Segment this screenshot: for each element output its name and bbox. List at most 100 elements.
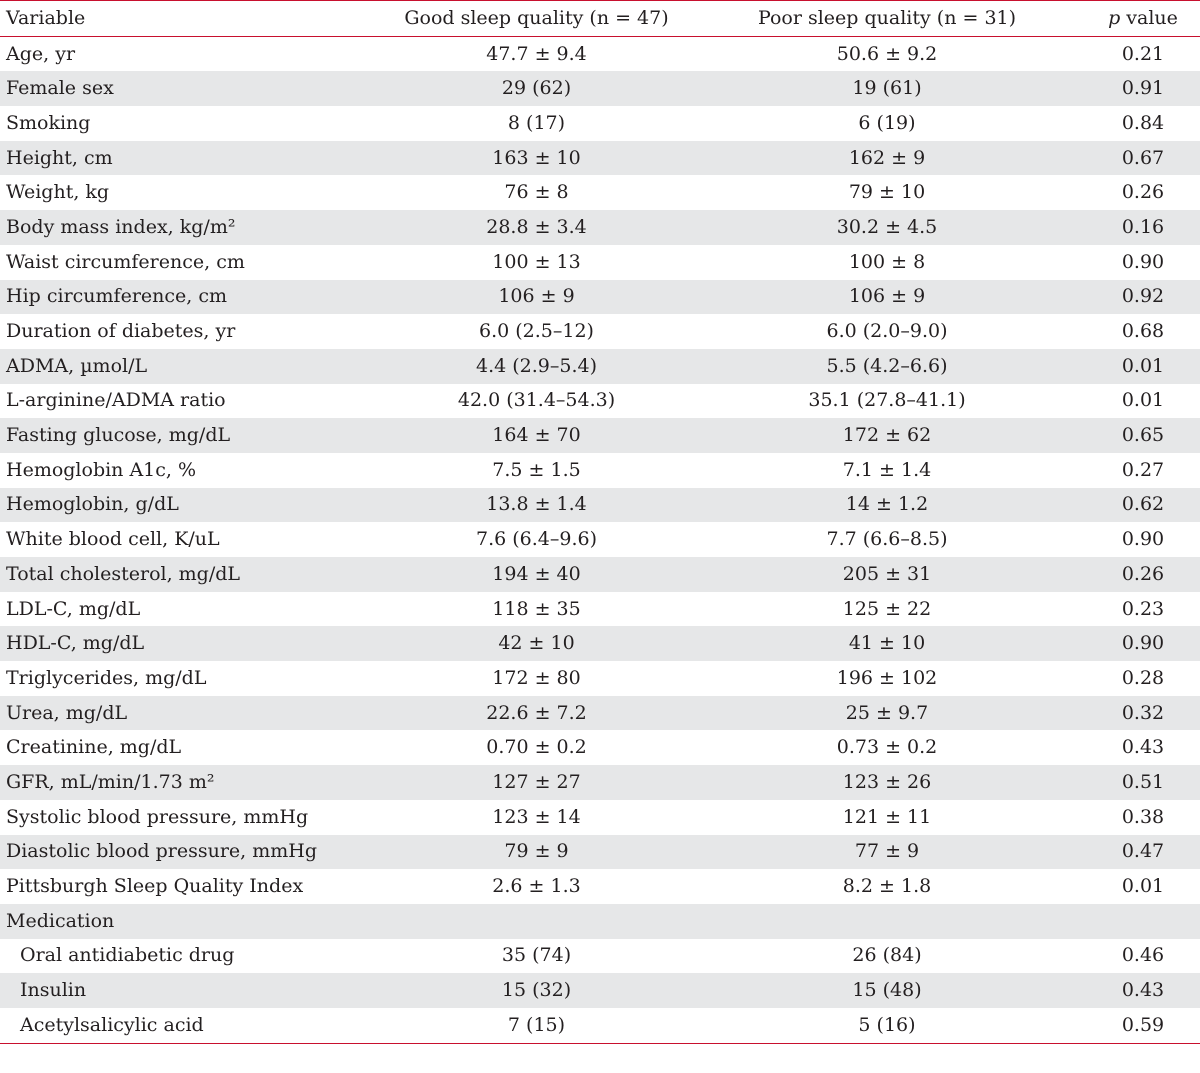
- cell-good: 76 ± 8: [504, 181, 569, 204]
- cell-p: 0.84: [1121, 111, 1165, 134]
- cell-poor: 162 ± 9: [688, 140, 1086, 176]
- table-row: L-arginine/ADMA ratio 42.0 (31.4–54.3) 3…: [0, 384, 1200, 419]
- cell-p: 0.67: [1086, 140, 1200, 176]
- table-row: Age, yr 47.7 ± 9.4 50.6 ± 9.2 0.21: [0, 36, 1200, 71]
- cell-variable: Height, cm: [0, 140, 385, 176]
- table-row: GFR, mL/min/1.73 m² 127 ± 27 123 ± 26 0.…: [0, 765, 1200, 800]
- cell-good: 164 ± 70: [385, 418, 688, 453]
- cell-p: 0.01: [1121, 875, 1165, 898]
- cell-poor: [688, 903, 1086, 939]
- table-row: Hemoglobin A1c, % 7.5 ± 1.5 7.1 ± 1.4 0.…: [0, 453, 1200, 488]
- cell-p: 0.51: [1086, 765, 1200, 800]
- cell-p: 0.65: [1086, 418, 1200, 453]
- cell-poor: 30.2 ± 4.5: [688, 210, 1086, 245]
- cell-variable: Creatinine, mg/dL: [6, 736, 182, 759]
- cell-poor: 5.5 (4.2–6.6): [688, 348, 1086, 384]
- cell-poor: 121 ± 11: [842, 805, 932, 828]
- table-row: Total cholesterol, mg/dL 194 ± 40 205 ± …: [0, 557, 1200, 592]
- cell-p: 0.01: [1121, 389, 1165, 412]
- cell-variable: Fasting glucose, mg/dL: [0, 418, 385, 453]
- header-row: Variable Good sleep quality (n = 47) Poo…: [0, 0, 1200, 37]
- cell-good: 100 ± 13: [492, 250, 581, 273]
- table-row: Smoking 8 (17) 6 (19) 0.84: [0, 106, 1200, 141]
- cell-good: 22.6 ± 7.2: [385, 695, 688, 731]
- cell-good: 123 ± 14: [492, 805, 581, 828]
- cell-p: 0.26: [1086, 557, 1200, 592]
- table-row: Pittsburgh Sleep Quality Index 2.6 ± 1.3…: [0, 869, 1200, 904]
- table-row: Diastolic blood pressure, mmHg 79 ± 9 77…: [0, 834, 1200, 870]
- table-row: Body mass index, kg/m² 28.8 ± 3.4 30.2 ±…: [0, 210, 1200, 245]
- cell-p: 0.68: [1121, 320, 1165, 343]
- cell-poor: 25 ± 9.7: [688, 695, 1086, 731]
- cell-p: 0.90: [1121, 528, 1165, 551]
- table-row: Insulin 15 (32) 15 (48) 0.43: [0, 973, 1200, 1008]
- cell-good: 106 ± 9: [385, 279, 688, 315]
- cell-variable: Hemoglobin A1c, %: [6, 458, 197, 481]
- cell-good: 35 (74): [501, 944, 572, 967]
- cell-poor: 6 (19): [858, 111, 916, 134]
- characteristics-table: Variable Good sleep quality (n = 47) Poo…: [0, 0, 1200, 1044]
- cell-good: 127 ± 27: [385, 765, 688, 800]
- cell-good: 163 ± 10: [385, 140, 688, 176]
- table-row: Weight, kg 76 ± 8 79 ± 10 0.26: [0, 175, 1200, 210]
- cell-p: 0.47: [1086, 834, 1200, 870]
- cell-variable: Triglycerides, mg/dL: [6, 666, 207, 689]
- cell-variable: Body mass index, kg/m²: [0, 210, 385, 245]
- cell-poor: 205 ± 31: [688, 557, 1086, 592]
- cell-p: 0.38: [1121, 805, 1165, 828]
- table-row: LDL-C, mg/dL 118 ± 35 125 ± 22 0.23: [0, 592, 1200, 627]
- table-row: Hip circumference, cm 106 ± 9 106 ± 9 0.…: [0, 279, 1200, 315]
- cell-good: 29 (62): [385, 71, 688, 107]
- table-row: Acetylsalicylic acid 7 (15) 5 (16) 0.59: [0, 1008, 1200, 1043]
- table-body: Age, yr 47.7 ± 9.4 50.6 ± 9.2 0.21 Femal…: [0, 36, 1200, 1043]
- cell-p: 0.16: [1086, 210, 1200, 245]
- cell-poor: 19 (61): [688, 71, 1086, 107]
- cell-variable: GFR, mL/min/1.73 m²: [0, 765, 385, 800]
- table-row: Duration of diabetes, yr 6.0 (2.5–12) 6.…: [0, 314, 1200, 349]
- cell-good: 28.8 ± 3.4: [385, 210, 688, 245]
- cell-p: 0.46: [1121, 944, 1165, 967]
- cell-variable: Medication: [0, 903, 385, 939]
- cell-poor: 6.0 (2.0–9.0): [826, 320, 948, 343]
- cell-variable: Age, yr: [6, 42, 76, 65]
- table-row: Waist circumference, cm 100 ± 13 100 ± 8…: [0, 245, 1200, 280]
- cell-variable: Pittsburgh Sleep Quality Index: [6, 875, 304, 898]
- header-variable: Variable: [0, 0, 385, 37]
- cell-variable: HDL-C, mg/dL: [0, 626, 385, 662]
- cell-p: 0.21: [1121, 42, 1165, 65]
- table-row: Fasting glucose, mg/dL 164 ± 70 172 ± 62…: [0, 418, 1200, 453]
- cell-poor: 50.6 ± 9.2: [836, 42, 938, 65]
- cell-good: 7.6 (6.4–9.6): [475, 528, 597, 551]
- cell-good: 79 ± 9: [385, 834, 688, 870]
- cell-poor: 8.2 ± 1.8: [842, 875, 932, 898]
- cell-poor: 77 ± 9: [688, 834, 1086, 870]
- cell-p: 0.23: [1121, 597, 1165, 620]
- table-row: Creatinine, mg/dL 0.70 ± 0.2 0.73 ± 0.2 …: [0, 730, 1200, 765]
- table-row: Oral antidiabetic drug 35 (74) 26 (84) 0…: [0, 939, 1200, 974]
- cell-p: 0.92: [1086, 279, 1200, 315]
- cell-poor: 7.1 ± 1.4: [842, 458, 932, 481]
- cell-variable: Insulin: [0, 973, 385, 1008]
- cell-poor: 196 ± 102: [836, 666, 938, 689]
- table-row: Height, cm 163 ± 10 162 ± 9 0.67: [0, 140, 1200, 176]
- cell-p: [1086, 903, 1200, 939]
- cell-good: 172 ± 80: [492, 666, 581, 689]
- cell-p: 0.90: [1086, 626, 1200, 662]
- cell-variable: Female sex: [0, 71, 385, 107]
- cell-variable: Smoking: [6, 111, 91, 134]
- table-row: Urea, mg/dL 22.6 ± 7.2 25 ± 9.7 0.32: [0, 695, 1200, 731]
- cell-p: 0.91: [1086, 71, 1200, 107]
- cell-variable: ADMA, µmol/L: [0, 348, 385, 384]
- cell-variable: Duration of diabetes, yr: [6, 320, 236, 343]
- cell-variable: Systolic blood pressure, mmHg: [6, 805, 309, 828]
- cell-good: 7 (15): [507, 1013, 566, 1036]
- cell-good: 8 (17): [507, 111, 566, 134]
- cell-good: 2.6 ± 1.3: [492, 875, 581, 898]
- cell-good: 42 ± 10: [385, 626, 688, 662]
- cell-poor: 79 ± 10: [848, 181, 926, 204]
- cell-good: 15 (32): [385, 973, 688, 1008]
- table-row: Triglycerides, mg/dL 172 ± 80 196 ± 102 …: [0, 661, 1200, 696]
- cell-p: 0.01: [1086, 348, 1200, 384]
- cell-variable: Total cholesterol, mg/dL: [0, 557, 385, 592]
- table-row: HDL-C, mg/dL 42 ± 10 41 ± 10 0.90: [0, 626, 1200, 662]
